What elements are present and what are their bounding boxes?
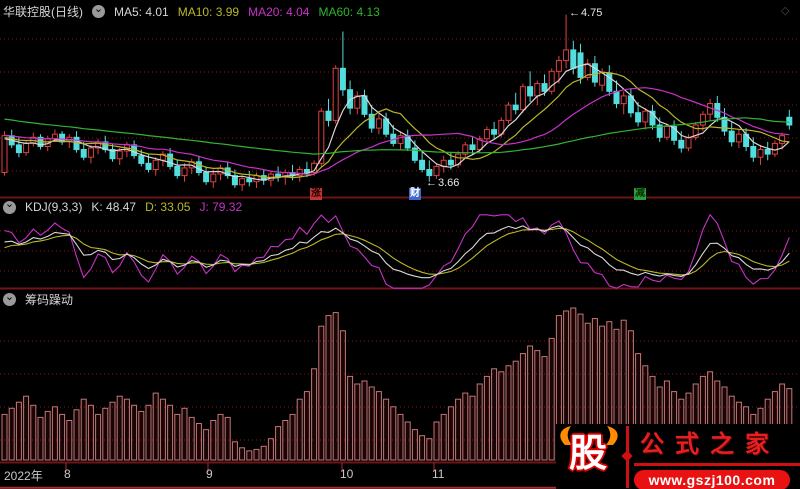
- chevron-down-icon: ⌄: [93, 2, 104, 15]
- signal-marker-wealth: 财: [409, 188, 421, 200]
- collapse-main-button[interactable]: ⌄: [92, 2, 105, 18]
- collapse-kdj-button[interactable]: ⌄: [3, 198, 16, 214]
- collapse-chip-button[interactable]: ⌄: [3, 290, 16, 306]
- diamond-icon: ◇: [781, 5, 790, 17]
- low-price-value: 3.66: [438, 177, 460, 189]
- low-price-annotation: ← 3.66: [426, 177, 459, 190]
- kdj-panel-header: ⌄ KDJ(9,3,3) K: 48.47 D: 33.05 J: 79.32: [3, 198, 243, 214]
- stock-app-window: 华联控股(日线) ⌄ MA5: 4.01 MA10: 3.99 MA20: 4.…: [0, 0, 800, 489]
- watermark-bull-logo: 股: [556, 425, 624, 489]
- kdj-title: KDJ(9,3,3): [25, 200, 83, 214]
- kdj-d-value: D: 33.05: [145, 200, 191, 214]
- kdj-j-value: J: 79.32: [199, 200, 243, 214]
- high-price-annotation: ← 4.75: [569, 7, 602, 20]
- chevron-down-icon: ⌄: [4, 290, 15, 303]
- ma20-legend: MA20: 4.04: [248, 4, 310, 19]
- charts-canvas[interactable]: [0, 0, 800, 489]
- chevron-down-icon: ⌄: [4, 198, 15, 210]
- watermark-logo-char: 股: [569, 432, 608, 475]
- watermark: 股 公式之家 www.gszj100.com: [556, 424, 800, 489]
- kdj-k-value: K: 48.47: [91, 200, 137, 214]
- watermark-brand: 公式之家: [634, 424, 800, 466]
- arrow-left-icon: ←: [426, 177, 437, 189]
- chip-title: 筹码躁动: [25, 293, 74, 307]
- high-price-value: 4.75: [581, 7, 603, 19]
- ma5-legend: MA5: 4.01: [114, 4, 169, 19]
- watermark-text-block: 公式之家 www.gszj100.com: [634, 424, 800, 489]
- watermark-url: www.gszj100.com: [634, 469, 790, 489]
- ma10-legend: MA10: 3.99: [177, 4, 240, 19]
- signal-marker-reduce: 减: [634, 188, 646, 200]
- ma60-legend: MA60: 4.13: [318, 4, 380, 19]
- watermark-divider: [621, 425, 633, 488]
- arrow-left-icon: ←: [569, 7, 580, 19]
- stock-title: 华联控股(日线): [3, 5, 83, 19]
- main-chart-header: 华联控股(日线) ⌄ MA5: 4.01 MA10: 3.99 MA20: 4.…: [3, 3, 380, 20]
- signal-marker-rise: 涨: [310, 188, 322, 200]
- chip-panel-header: ⌄ 筹码躁动: [3, 291, 73, 308]
